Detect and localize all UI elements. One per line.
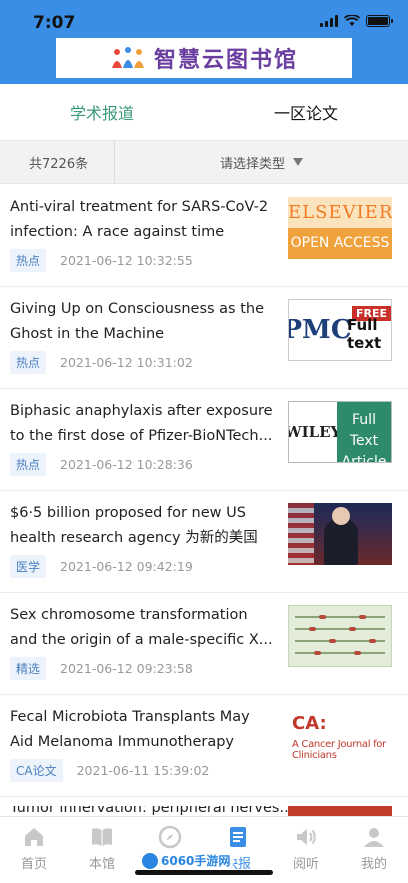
list-item[interactable]: Giving Up on Consciousness as the Ghost … xyxy=(0,287,408,389)
article-tag: 热点 xyxy=(10,249,47,272)
status-icons xyxy=(320,15,393,27)
section-tabs: 学术报道 一区论文 xyxy=(0,84,408,140)
article-tag: 精选 xyxy=(10,657,47,680)
article-time: 2021-06-12 09:42:19 xyxy=(60,559,193,574)
article-time: 2021-06-12 10:28:36 xyxy=(60,457,193,472)
site-watermark: 6060手游网 xyxy=(138,850,235,871)
nav-label: 本馆 xyxy=(88,857,115,872)
list-item[interactable]: Biphasic anaphylaxis after exposure to t… xyxy=(0,389,408,491)
signal-icon xyxy=(320,15,338,27)
article-title: $6·5 billion proposed for new US health … xyxy=(10,505,258,546)
tab-academic-reports[interactable]: 学术报道 xyxy=(0,84,204,140)
article-tag: CA论文 xyxy=(10,759,63,782)
wifi-icon xyxy=(344,15,360,26)
nav-label: 我的 xyxy=(360,857,387,872)
type-select-label: 请选择类型 xyxy=(219,156,285,172)
article-time: 2021-06-12 10:32:55 xyxy=(60,253,193,268)
ca-journal-thumbnail: CA: A Cancer Journal for Clinicians xyxy=(288,707,392,769)
status-time: 7:07 xyxy=(33,13,76,33)
nav-me[interactable]: 我的 xyxy=(340,817,408,883)
logo-text: 智慧云图书馆 xyxy=(153,47,298,73)
article-title: Biphasic anaphylaxis after exposure to t… xyxy=(10,403,273,444)
article-list: Anti-viral treatment for SARS-CoV-2 infe… xyxy=(0,185,408,797)
home-indicator xyxy=(135,870,273,875)
home-icon xyxy=(25,828,43,846)
list-item[interactable]: $6·5 billion proposed for new US health … xyxy=(0,491,408,593)
filter-bar: 共7226条 请选择类型 xyxy=(0,140,408,184)
tab-top-papers[interactable]: 一区论文 xyxy=(204,84,408,140)
article-title: Giving Up on Consciousness as the Ghost … xyxy=(10,301,265,342)
library-logo: 智慧云图书馆 xyxy=(56,38,352,78)
logo-figures-icon xyxy=(110,46,148,70)
document-icon xyxy=(230,827,246,847)
battery-icon xyxy=(366,15,393,27)
article-tag: 热点 xyxy=(10,351,47,374)
article-title: Tumor innervation: peripheral nerves... xyxy=(10,806,294,816)
pmc-thumbnail: PMC FREE Full text xyxy=(288,299,392,361)
article-tag: 热点 xyxy=(10,453,47,476)
speaker-icon xyxy=(297,829,316,845)
nav-label: 首页 xyxy=(20,857,47,872)
user-icon xyxy=(364,828,384,847)
article-time: 2021-06-11 15:39:02 xyxy=(76,763,210,778)
type-select[interactable]: 请选择类型 xyxy=(115,141,408,183)
list-item-partial[interactable]: Tumor innervation: peripheral nerves... xyxy=(0,806,408,816)
nav-listen[interactable]: 阅听 xyxy=(272,817,340,883)
article-title: Anti-viral treatment for SARS-CoV-2 infe… xyxy=(10,199,269,240)
article-time: 2021-06-12 10:31:02 xyxy=(60,355,193,370)
article-tag: 医学 xyxy=(10,555,47,578)
dropdown-arrow-icon xyxy=(293,158,303,166)
wiley-thumbnail: WILEY Full Text Article xyxy=(288,401,392,463)
watermark-logo-icon xyxy=(142,852,158,869)
compass-icon xyxy=(158,825,182,849)
nav-library[interactable]: 本馆 xyxy=(68,817,136,883)
result-count: 共7226条 xyxy=(0,141,115,183)
book-icon xyxy=(92,828,112,846)
list-item[interactable]: Sex chromosome transformation and the or… xyxy=(0,593,408,695)
speech-photo-thumbnail xyxy=(288,503,392,565)
article-title: Sex chromosome transformation and the or… xyxy=(10,607,273,648)
article-time: 2021-06-12 09:23:58 xyxy=(60,661,193,676)
list-item[interactable]: Anti-viral treatment for SARS-CoV-2 infe… xyxy=(0,185,408,287)
chromosome-diagram-thumbnail xyxy=(288,605,392,667)
article-thumbnail xyxy=(288,806,392,816)
nav-label: 阅听 xyxy=(292,857,319,872)
list-item[interactable]: Fecal Microbiota Transplants May Aid Mel… xyxy=(0,695,408,797)
app-header: 7:07 智慧云图书馆 xyxy=(0,0,408,84)
elsevier-thumbnail: ELSEVIER OPEN ACCESS xyxy=(288,197,392,259)
nav-home[interactable]: 首页 xyxy=(0,817,68,883)
article-title: Fecal Microbiota Transplants May Aid Mel… xyxy=(10,709,250,750)
